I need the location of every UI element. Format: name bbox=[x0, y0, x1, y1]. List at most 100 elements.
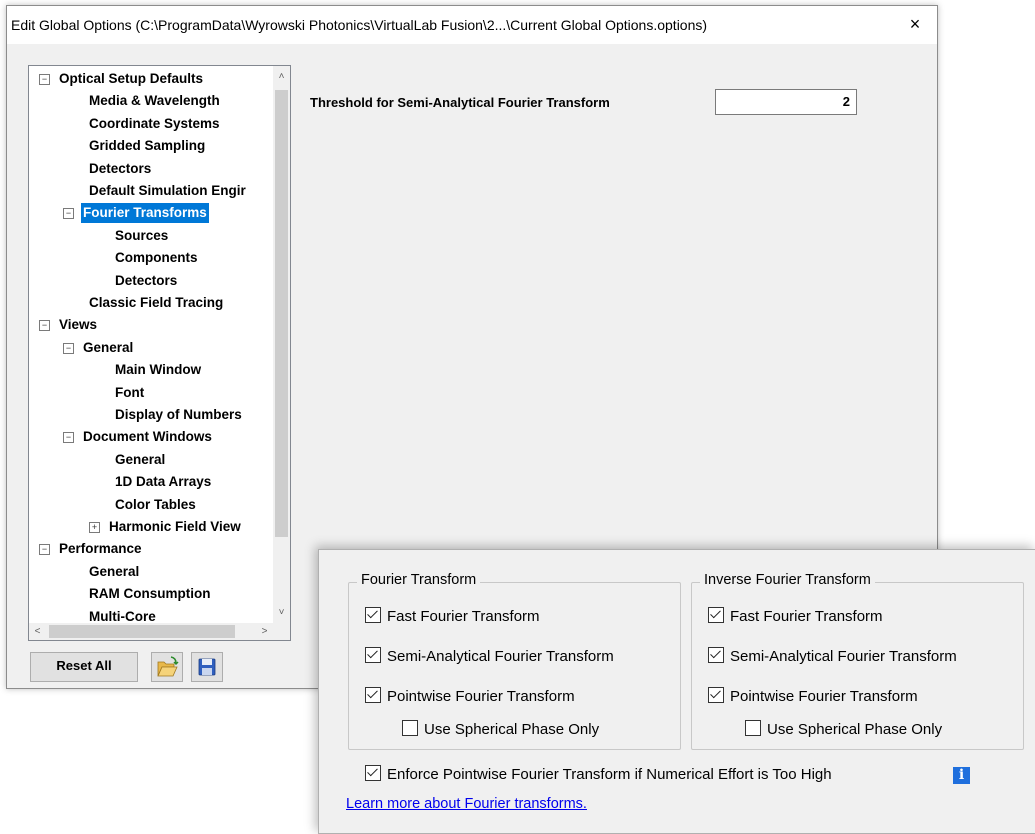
tree-vertical-scrollbar[interactable]: ˄ ˅ bbox=[273, 66, 290, 623]
inverse-pointwise-label: Pointwise Fourier Transform bbox=[730, 688, 918, 705]
collapse-icon[interactable]: − bbox=[63, 208, 74, 220]
collapse-icon[interactable]: − bbox=[63, 342, 74, 354]
tree-item-label: Fourier Transforms bbox=[81, 203, 209, 224]
tree-item-label: Detectors bbox=[89, 160, 152, 176]
enforce-pointwise-checkbox[interactable]: Enforce Pointwise Fourier Transform if N… bbox=[365, 764, 832, 786]
tree-item[interactable]: Font bbox=[29, 383, 273, 403]
tree-item[interactable]: General bbox=[29, 562, 273, 582]
threshold-label: Threshold for Semi-Analytical Fourier Tr… bbox=[310, 95, 610, 110]
inverse-spherical-phase-label: Use Spherical Phase Only bbox=[767, 721, 943, 738]
folder-open-icon bbox=[157, 656, 179, 677]
tree-item[interactable]: − Document Windows bbox=[29, 427, 273, 447]
floppy-disk-icon bbox=[198, 658, 216, 676]
fourier-options-panel: Fourier Transform Fast Fourier Transform… bbox=[318, 549, 1035, 834]
collapse-icon[interactable]: − bbox=[39, 74, 50, 85]
collapse-icon[interactable]: − bbox=[39, 320, 50, 332]
inverse-pointwise-checkbox[interactable]: Pointwise Fourier Transform bbox=[708, 686, 918, 708]
close-button[interactable]: × bbox=[893, 6, 937, 44]
tree-item-label: Performance bbox=[59, 541, 142, 557]
fft-label: Fast Fourier Transform bbox=[387, 608, 540, 625]
scroll-up-arrow-icon[interactable]: ˄ bbox=[273, 68, 290, 85]
scroll-down-arrow-icon[interactable]: ˅ bbox=[273, 604, 290, 621]
tree-horizontal-scrollbar[interactable]: < > bbox=[29, 623, 273, 640]
enforce-pointwise-label: Enforce Pointwise Fourier Transform if N… bbox=[387, 766, 832, 783]
save-button[interactable] bbox=[191, 652, 223, 682]
tree-item-label: Font bbox=[115, 384, 145, 400]
fft-checkbox[interactable]: Fast Fourier Transform bbox=[365, 606, 540, 628]
tree-item[interactable]: Components bbox=[29, 248, 273, 268]
tree-item-label: Classic Field Tracing bbox=[89, 295, 224, 310]
tree-item[interactable]: Gridded Sampling bbox=[29, 136, 273, 156]
tree-item[interactable]: Media & Wavelength bbox=[29, 91, 273, 111]
tree-item-label: Views bbox=[59, 317, 98, 333]
inverse-fft-checkbox[interactable]: Fast Fourier Transform bbox=[708, 606, 883, 628]
tree-item[interactable]: Classic Field Tracing bbox=[29, 293, 273, 313]
inverse-fourier-transform-group: Inverse Fourier Transform Fast Fourier T… bbox=[691, 572, 1024, 750]
tree-items: − Optical Setup Defaults Media & Wavelengt… bbox=[29, 66, 273, 623]
tree-item[interactable]: Sources bbox=[29, 226, 273, 246]
tree-item[interactable]: − Optical Setup Defaults bbox=[29, 69, 273, 89]
checkbox-unchecked-icon bbox=[402, 720, 418, 736]
tree-item[interactable]: − General bbox=[29, 338, 273, 358]
tree-item[interactable]: Default Simulation Engir bbox=[29, 181, 273, 201]
checkbox-checked-icon bbox=[365, 647, 381, 663]
tree-item[interactable]: Detectors bbox=[29, 159, 273, 179]
collapse-icon[interactable]: − bbox=[39, 544, 50, 556]
tree-item-label: Coordinate Systems bbox=[89, 115, 220, 131]
checkbox-checked-icon bbox=[365, 607, 381, 623]
tree-item-label: Gridded Sampling bbox=[89, 138, 206, 154]
inverse-semi-analytical-label: Semi-Analytical Fourier Transform bbox=[730, 648, 957, 665]
tree-item[interactable]: Coordinate Systems bbox=[29, 114, 273, 134]
collapse-icon[interactable]: − bbox=[63, 432, 74, 444]
tree-item-label: Sources bbox=[115, 227, 169, 243]
tree-item-label: Harmonic Field View bbox=[109, 519, 241, 534]
reset-all-button[interactable]: Reset All bbox=[30, 652, 138, 682]
tree-item[interactable]: RAM Consumption bbox=[29, 584, 273, 604]
tree-item-label: Color Tables bbox=[115, 496, 196, 512]
vertical-scroll-thumb[interactable] bbox=[275, 90, 288, 537]
spherical-phase-label: Use Spherical Phase Only bbox=[424, 721, 600, 738]
tree-item-label: Detectors bbox=[115, 272, 178, 288]
fourier-transform-group: Fourier Transform Fast Fourier Transform… bbox=[348, 572, 681, 750]
semi-analytical-checkbox[interactable]: Semi-Analytical Fourier Transform bbox=[365, 646, 614, 668]
tree-item-label: Default Simulation Engir bbox=[89, 183, 246, 198]
inverse-semi-analytical-checkbox[interactable]: Semi-Analytical Fourier Transform bbox=[708, 646, 957, 668]
tree-item[interactable]: Main Window bbox=[29, 360, 273, 380]
tree-item-label: Components bbox=[115, 250, 198, 266]
tree-item-label: Document Windows bbox=[83, 429, 212, 445]
pointwise-checkbox[interactable]: Pointwise Fourier Transform bbox=[365, 686, 575, 708]
tree-item-label: RAM Consumption bbox=[89, 586, 211, 602]
horizontal-scroll-thumb[interactable] bbox=[49, 625, 235, 638]
tree-item[interactable]: Detectors bbox=[29, 271, 273, 291]
expand-icon[interactable]: + bbox=[89, 522, 100, 533]
spherical-phase-checkbox[interactable]: Use Spherical Phase Only bbox=[402, 719, 599, 741]
tree-item[interactable]: 1D Data Arrays bbox=[29, 472, 273, 492]
checkbox-checked-icon bbox=[365, 765, 381, 781]
scroll-right-arrow-icon[interactable]: > bbox=[256, 623, 273, 640]
tree-item[interactable]: Color Tables bbox=[29, 495, 273, 515]
tree-item[interactable]: − Performance bbox=[29, 539, 273, 559]
scroll-left-arrow-icon[interactable]: < bbox=[29, 623, 46, 640]
open-button[interactable] bbox=[151, 652, 183, 682]
info-icon[interactable]: i bbox=[953, 767, 970, 784]
checkbox-checked-icon bbox=[365, 687, 381, 703]
fourier-transform-group-title: Fourier Transform bbox=[357, 572, 481, 588]
tree-item[interactable]: − Fourier Transforms bbox=[29, 203, 273, 224]
checkbox-checked-icon bbox=[708, 647, 724, 663]
tree-item-label: 1D Data Arrays bbox=[115, 474, 212, 490]
pointwise-label: Pointwise Fourier Transform bbox=[387, 688, 575, 705]
window-title: Edit Global Options (C:\ProgramData\Wyro… bbox=[11, 17, 708, 33]
tree-item-label: General bbox=[83, 339, 134, 355]
tree-item[interactable]: − Views bbox=[29, 315, 273, 335]
tree-item[interactable]: Display of Numbers bbox=[29, 405, 273, 425]
tree-item[interactable]: General bbox=[29, 450, 273, 470]
scrollbar-corner bbox=[273, 623, 290, 640]
tree-item-label: Multi-Core bbox=[89, 608, 156, 623]
inverse-spherical-phase-checkbox[interactable]: Use Spherical Phase Only bbox=[745, 719, 942, 741]
tree-item[interactable]: + Harmonic Field View bbox=[29, 517, 273, 537]
threshold-input[interactable]: 2 bbox=[715, 89, 857, 115]
checkbox-unchecked-icon bbox=[745, 720, 761, 736]
tree-item[interactable]: Multi-Core bbox=[29, 607, 273, 623]
learn-more-link[interactable]: Learn more about Fourier transforms. bbox=[346, 796, 587, 812]
options-tree[interactable]: − Optical Setup Defaults Media & Wavelengt… bbox=[28, 65, 291, 641]
